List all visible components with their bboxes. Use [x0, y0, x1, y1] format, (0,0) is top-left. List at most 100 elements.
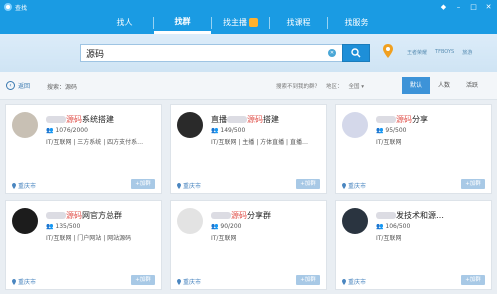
back-button[interactable]: ‹ 返回 [6, 81, 30, 90]
member-count: 👥 106/500 [376, 223, 411, 230]
not-found-link[interactable]: 搜索不到我的群？ [276, 82, 320, 90]
group-tags: IT/互联网 [376, 139, 402, 146]
group-avatar[interactable] [12, 112, 38, 138]
title-suffix: 搭建 [263, 115, 279, 124]
group-title[interactable]: 发技术和源… [376, 210, 444, 221]
group-card[interactable]: 源码分享群 👥 90/200 IT/互联网 重庆市 +加群 [170, 200, 327, 290]
group-location: 重庆市 [177, 277, 201, 286]
title-suffix: 网官方总群 [82, 211, 122, 220]
app-logo-icon [4, 3, 12, 11]
location-icon [12, 278, 16, 285]
tab-find-groups[interactable]: 找群 [154, 11, 211, 34]
main-tabs: 找人 找群 找主播 找课程 找服务 [96, 11, 385, 34]
sort-tab-default[interactable]: 默认 [402, 77, 430, 94]
title-suffix: 系统搭建 [82, 115, 114, 124]
tab-find-people[interactable]: 找人 [96, 11, 153, 34]
location-text: 重庆市 [18, 183, 37, 190]
join-group-button[interactable]: +加群 [131, 275, 155, 285]
chevron-down-icon: ▾ [361, 84, 365, 90]
close-icon[interactable]: ✕ [484, 2, 493, 12]
blurred-text [211, 212, 231, 219]
tab-find-courses[interactable]: 找课程 [270, 11, 327, 34]
tab-find-services[interactable]: 找服务 [328, 11, 385, 34]
location-icon [12, 182, 16, 189]
title-keyword: 源码 [396, 115, 412, 124]
title-keyword: 源码 [66, 211, 82, 220]
clear-search-icon[interactable]: ✕ [328, 49, 336, 57]
tab-find-streamers[interactable]: 找主播 [212, 11, 269, 34]
group-tags: IT/互联网 | 三方系统 | 四方支付系… [46, 139, 144, 146]
scope-dropdown[interactable]: 全国 ▾ [349, 82, 365, 90]
group-location: 重庆市 [177, 181, 201, 190]
scope-value: 全国 [348, 84, 360, 90]
maximize-icon[interactable]: □ [469, 2, 478, 12]
group-card[interactable]: 发技术和源… 👥 106/500 IT/互联网 重庆市 +加群 [335, 200, 492, 290]
member-count: 👥 95/500 [376, 127, 407, 134]
location-text: 重庆市 [348, 183, 367, 190]
search-button[interactable] [342, 44, 370, 62]
location-icon [177, 182, 181, 189]
group-location: 重庆市 [342, 181, 366, 190]
window-title: 查找 [15, 4, 28, 12]
filter-row: ‹ 返回 搜索：源码 搜索不到我的群？ 地区： 全国 ▾ 默认 人数 活跃 [0, 72, 497, 100]
sort-tab-members[interactable]: 人数 [430, 77, 458, 94]
group-card[interactable]: 直播 源码搭建 👥 149/500 IT/互联网 | 主播 | 方体直播 | 直播… [170, 104, 327, 194]
group-title[interactable]: 源码系统搭建 [46, 114, 114, 125]
hint-link[interactable]: 旅游 [462, 49, 472, 56]
blurred-text [46, 116, 66, 123]
hint-link[interactable]: TFBOYS [435, 49, 454, 56]
group-avatar[interactable] [342, 208, 368, 234]
minimize-icon[interactable]: – [454, 2, 463, 12]
search-box: ✕ [80, 44, 342, 62]
join-group-button[interactable]: +加群 [131, 179, 155, 189]
join-group-button[interactable]: +加群 [461, 179, 485, 189]
search-input[interactable] [81, 45, 321, 61]
title-suffix: 分享群 [247, 211, 271, 220]
location-label: 地区： [326, 84, 343, 90]
member-count: 👥 90/200 [211, 223, 242, 230]
location-text: 重庆市 [183, 183, 202, 190]
title-bar: 查找 [4, 2, 27, 12]
member-count: 👥 135/500 [46, 223, 81, 230]
member-count: 👥 1076/2000 [46, 127, 88, 134]
title-keyword: 源码 [66, 115, 82, 124]
location-text: 重庆市 [18, 279, 37, 286]
group-avatar[interactable] [177, 112, 203, 138]
location-icon [342, 278, 346, 285]
location-text: 重庆市 [348, 279, 367, 286]
location-icon [342, 182, 346, 189]
back-arrow-icon: ‹ [6, 81, 15, 90]
join-group-button[interactable]: +加群 [296, 179, 320, 189]
back-label: 返回 [18, 83, 31, 90]
group-avatar[interactable] [12, 208, 38, 234]
group-card[interactable]: 源码网官方总群 👥 135/500 IT/互联网 | 门户网站 | 网站源码 重… [5, 200, 162, 290]
title-prefix: 直播 [211, 115, 227, 124]
hint-link[interactable]: 王者荣耀 [407, 49, 427, 56]
tab-find-streamers-label: 找主播 [223, 18, 247, 27]
blurred-text [46, 212, 66, 219]
title-suffix: 分享 [412, 115, 428, 124]
window-controls: ◆ – □ ✕ [439, 2, 493, 12]
join-group-button[interactable]: +加群 [296, 275, 320, 285]
blurred-text [376, 116, 396, 123]
join-group-button[interactable]: +加群 [461, 275, 485, 285]
group-avatar[interactable] [177, 208, 203, 234]
group-title[interactable]: 源码网官方总群 [46, 210, 122, 221]
search-hint-links: 王者荣耀 TFBOYS 旅游 [407, 49, 472, 56]
location-pin-icon[interactable] [383, 44, 393, 58]
location-icon [177, 278, 181, 285]
top-bar: 查找 ◆ – □ ✕ 找人 找群 找主播 找课程 找服务 [0, 0, 497, 34]
title-keyword: 源码 [231, 211, 247, 220]
sort-tab-active[interactable]: 活跃 [458, 77, 486, 94]
group-avatar[interactable] [342, 112, 368, 138]
group-card[interactable]: 源码分享 👥 95/500 IT/互联网 重庆市 +加群 [335, 104, 492, 194]
group-title[interactable]: 源码分享 [376, 114, 428, 125]
skin-icon[interactable]: ◆ [439, 2, 448, 12]
title-suffix: 发技术和源… [396, 211, 444, 220]
sort-tabs: 默认 人数 活跃 [402, 77, 486, 94]
group-title[interactable]: 源码分享群 [211, 210, 271, 221]
search-breadcrumb: 搜索：源码 [47, 84, 78, 91]
group-title[interactable]: 直播 源码搭建 [211, 114, 279, 125]
group-location: 重庆市 [342, 277, 366, 286]
group-card[interactable]: 源码系统搭建 👥 1076/2000 IT/互联网 | 三方系统 | 四方支付系… [5, 104, 162, 194]
